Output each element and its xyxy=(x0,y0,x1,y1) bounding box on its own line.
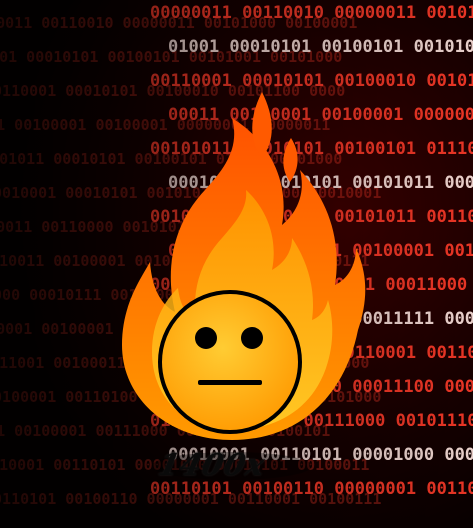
right-eye-icon xyxy=(241,327,263,349)
wordmark: 1400x xyxy=(154,448,269,483)
flame-tongue-right xyxy=(283,138,298,182)
face-circle xyxy=(158,290,302,434)
hero-image: 00000011 00110010 00000011 00101000 0010… xyxy=(0,0,473,528)
left-eye-icon xyxy=(195,327,217,349)
mouth-line xyxy=(198,380,262,385)
